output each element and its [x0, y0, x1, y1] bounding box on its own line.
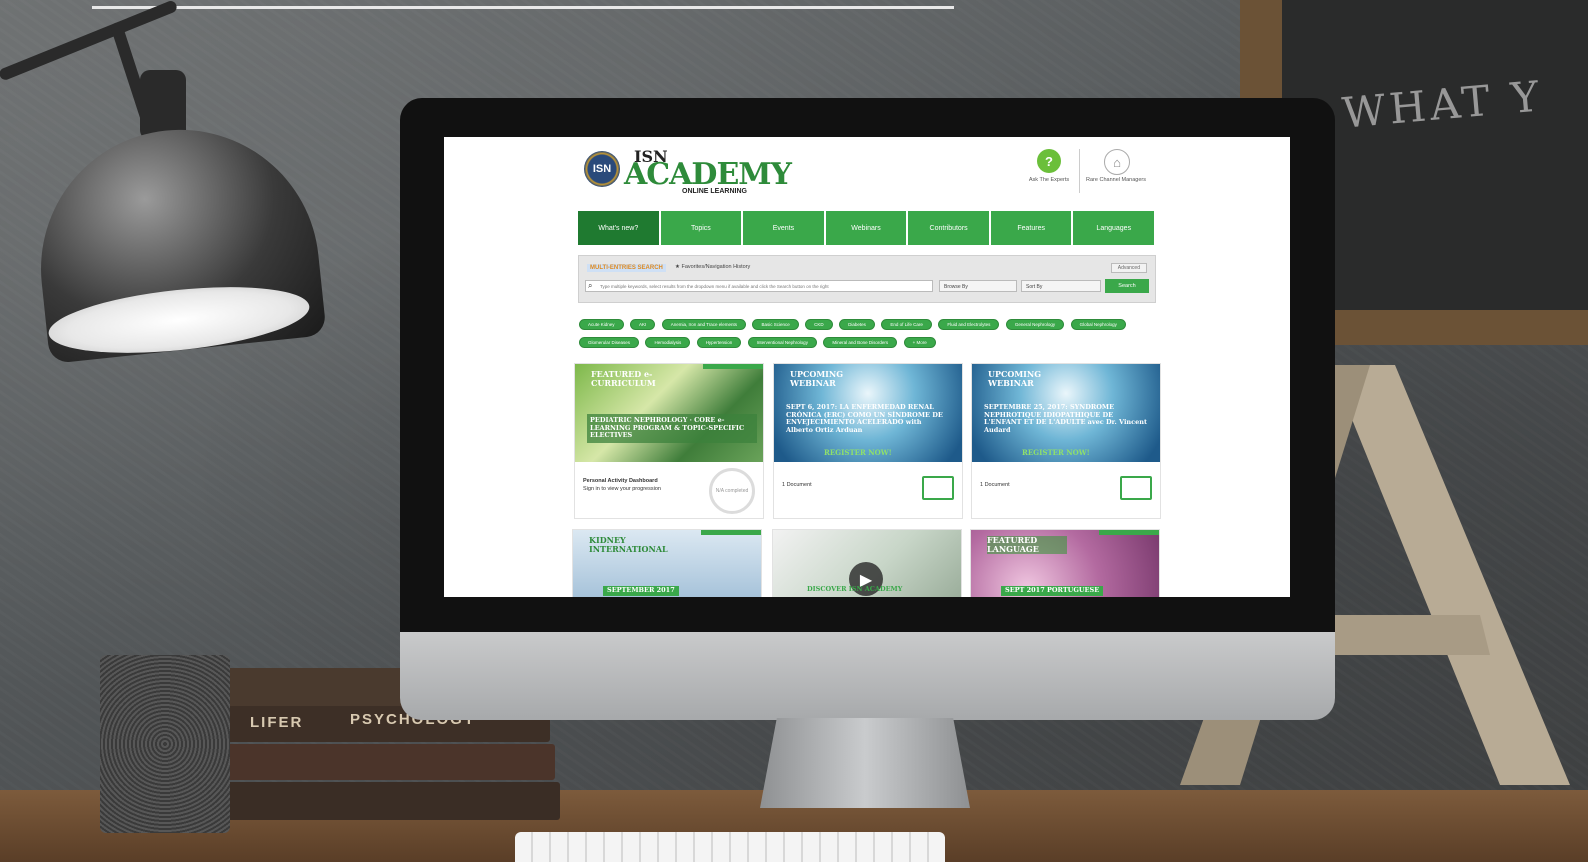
book: [215, 744, 555, 780]
tag-basic-science[interactable]: Basic Science: [752, 319, 799, 330]
card-headline: SEPTEMBER 2017: [603, 586, 679, 596]
card-headline: SEPT 6, 2017: LA ENFERMEDAD RENAL CRÓNIC…: [786, 403, 943, 434]
tag-interventional[interactable]: Interventional Nephrology: [747, 337, 817, 348]
register-link[interactable]: REGISTER NOW!: [824, 448, 892, 457]
card-headline: PEDIATRIC NEPHROLOGY · CORE e-LEARNING P…: [587, 414, 757, 443]
search-input[interactable]: Type multiple keywords, select results f…: [585, 280, 933, 292]
nav-features[interactable]: Features: [990, 211, 1072, 245]
tag-aki[interactable]: AKI: [629, 319, 656, 330]
tag-general-nephrology[interactable]: General Nephrology: [1005, 319, 1065, 330]
register-link[interactable]: REGISTER NOW!: [1022, 448, 1090, 457]
card-image: FEATURED LANGUAGE SEPT 2017 PORTUGUESE: [971, 530, 1159, 597]
tag-diabetes[interactable]: Diabetes: [839, 319, 875, 330]
tag-glomerular[interactable]: Glomerular Diseases: [579, 337, 640, 348]
tag-global-nephrology[interactable]: Global Nephrology: [1070, 319, 1126, 330]
card-image: UPCOMING WEBINAR SEPT 6, 2017: LA ENFERM…: [774, 364, 962, 462]
card-headline: DISCOVER ISN ACADEMY: [807, 585, 903, 593]
ask-experts-link[interactable]: Ask The Experts: [1019, 177, 1079, 184]
card-headline: SEPT 2017 PORTUGUESE: [1001, 586, 1104, 596]
book: [210, 782, 560, 820]
nav-whats-new[interactable]: What's new?: [578, 211, 659, 245]
tag-hemodialysis[interactable]: Hemodialysis: [645, 337, 691, 348]
card-headline: SEPTEMBRE 25, 2017: SYNDROME NEPHROTIQUE…: [984, 403, 1147, 434]
monitor-chin: [400, 632, 1335, 720]
card-webinar-es[interactable]: UPCOMING WEBINAR SEPT 6, 2017: LA ENFERM…: [773, 363, 963, 519]
tag-acute-kidney[interactable]: Acute Kidney: [579, 319, 624, 330]
tower-icon[interactable]: ⌂: [1104, 149, 1130, 175]
tag-fluid[interactable]: Fluid and Electrolytes: [938, 319, 1000, 330]
folder-icon[interactable]: [1120, 476, 1152, 500]
card-foot-title: 1 Document: [980, 482, 1010, 488]
progress-ring: N/A completed: [709, 468, 755, 514]
advanced-button[interactable]: Advanced: [1110, 263, 1147, 273]
card-discover[interactable]: ▶ DISCOVER ISN ACADEMY: [772, 529, 962, 597]
card-corner: [703, 364, 763, 369]
top-rule: [92, 6, 954, 9]
monitor-stand: [760, 718, 970, 808]
search-icon: ⌕: [588, 281, 593, 290]
tag-hypertension[interactable]: Hypertension: [696, 337, 742, 348]
pencil-cup: [100, 655, 230, 833]
card-kicker: FEATURED LANGUAGE: [987, 536, 1067, 554]
card-corner: [1099, 530, 1159, 535]
tag-anemia[interactable]: Anemia, Iron and Trace elements: [661, 319, 746, 330]
tag-more[interactable]: + More: [903, 337, 936, 348]
card-kicker: KIDNEY INTERNATIONAL: [589, 535, 668, 554]
nav-topics[interactable]: Topics: [660, 211, 742, 245]
card-image: FEATURED e-CURRICULUM PEDIATRIC NEPHROLO…: [575, 364, 763, 462]
isn-logo-badge[interactable]: ISN: [584, 151, 620, 187]
card-foot-sub: Sign in to view your progression: [583, 486, 661, 492]
card-curriculum[interactable]: FEATURED e-CURRICULUM PEDIATRIC NEPHROLO…: [574, 363, 764, 519]
monitor-screen: ISN ISN ACADEMY ONLINE LEARNING ? Ask Th…: [444, 137, 1290, 597]
nav-webinars[interactable]: Webinars: [825, 211, 907, 245]
card-foot-title: Personal Activity Dashboard: [583, 478, 658, 484]
card-webinar-fr[interactable]: UPCOMING WEBINAR SEPTEMBRE 25, 2017: SYN…: [971, 363, 1161, 519]
book-spine-text-1: LIFER: [250, 714, 304, 731]
search-brand: MULTI-ENTRIES SEARCH: [587, 264, 666, 272]
folder-icon[interactable]: [922, 476, 954, 500]
card-image: KIDNEY INTERNATIONAL SEPTEMBER 2017: [573, 530, 761, 597]
logo-subtitle: ONLINE LEARNING: [682, 188, 747, 195]
card-image: ▶ DISCOVER ISN ACADEMY: [773, 530, 961, 597]
tag-ckd[interactable]: CKD: [805, 319, 833, 330]
topic-tags: Acute Kidney AKI Anemia, Iron and Trace …: [578, 313, 1158, 349]
card-featured-language[interactable]: FEATURED LANGUAGE SEPT 2017 PORTUGUESE: [970, 529, 1160, 597]
tag-end-of-life[interactable]: End of Life Care: [881, 319, 932, 330]
card-image: UPCOMING WEBINAR SEPTEMBRE 25, 2017: SYN…: [972, 364, 1160, 462]
card-footer: 1 Document: [972, 462, 1160, 518]
card-footer: 1 Document: [774, 462, 962, 518]
browse-select[interactable]: Browse By: [939, 280, 1017, 292]
card-kicker: UPCOMING WEBINAR: [790, 369, 844, 388]
card-kicker: FEATURED e-CURRICULUM: [591, 369, 656, 388]
rare-channel-link[interactable]: Rare Channel Managers: [1086, 177, 1146, 184]
nav-languages[interactable]: Languages: [1073, 211, 1155, 245]
logo-academy-text[interactable]: ACADEMY: [624, 157, 792, 192]
search-panel: MULTI-ENTRIES SEARCH ★ Favorites/Navigat…: [578, 255, 1156, 303]
header-divider: [1079, 149, 1080, 193]
favorites-link[interactable]: ★ Favorites/Navigation History: [675, 264, 750, 270]
card-footer: Personal Activity Dashboard Sign in to v…: [575, 462, 763, 518]
nav-contributors[interactable]: Contributors: [908, 211, 989, 245]
sort-select[interactable]: Sort By: [1021, 280, 1101, 292]
keyboard: [515, 832, 945, 862]
search-button[interactable]: Search: [1105, 279, 1149, 293]
card-corner: [701, 530, 761, 535]
tag-mineral-bone[interactable]: Mineral and Bone Disorders: [823, 337, 898, 348]
main-nav: What's new? Topics Events Webinars Contr…: [578, 211, 1155, 245]
card-foot-title: 1 Document: [782, 482, 812, 488]
card-kicker: UPCOMING WEBINAR: [988, 369, 1042, 388]
chalkboard-text: WHAT Y: [1340, 71, 1545, 138]
nav-events[interactable]: Events: [743, 211, 824, 245]
card-kidney-international[interactable]: KIDNEY INTERNATIONAL SEPTEMBER 2017: [572, 529, 762, 597]
question-icon[interactable]: ?: [1037, 149, 1061, 173]
